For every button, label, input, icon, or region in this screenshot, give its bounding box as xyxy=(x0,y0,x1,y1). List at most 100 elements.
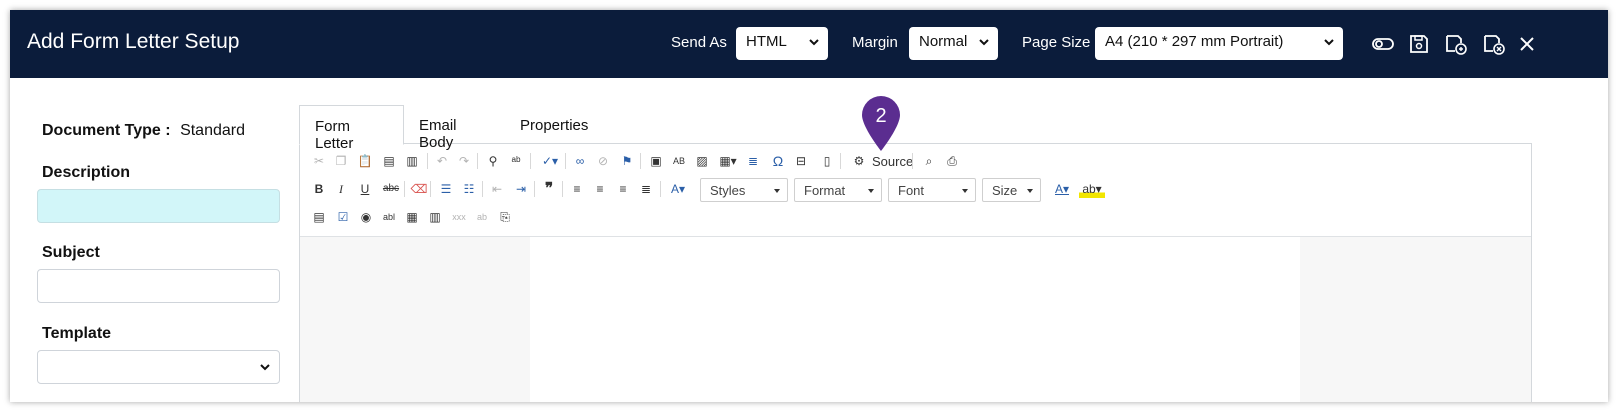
toolbar-separator xyxy=(534,181,535,197)
size-label: Size xyxy=(992,183,1018,198)
font-combo[interactable]: Font xyxy=(888,178,976,202)
margin-label: Margin xyxy=(852,34,898,51)
page-size-select[interactable]: A4 (210 * 297 mm Portrait) xyxy=(1095,27,1343,60)
subject-field[interactable] xyxy=(37,269,280,303)
size-combo[interactable]: Size xyxy=(982,178,1041,202)
button-field-icon[interactable]: ab xyxy=(473,208,491,226)
paste-icon[interactable]: 📋 xyxy=(356,152,374,170)
bold-icon[interactable]: B xyxy=(310,180,328,198)
special-image-icon[interactable]: AB xyxy=(670,152,688,170)
chevron-down-icon xyxy=(809,39,819,46)
undo-icon[interactable]: ↶ xyxy=(433,152,451,170)
select-field-icon[interactable]: ▥ xyxy=(426,208,444,226)
toolbar-separator xyxy=(912,153,913,169)
format-combo[interactable]: Format xyxy=(794,178,882,202)
replace-icon[interactable]: ᵃᵇ xyxy=(507,152,525,170)
description-label: Description xyxy=(42,164,131,181)
source-icon[interactable]: ⚙ xyxy=(850,152,868,170)
step-callout: 2 xyxy=(862,96,900,151)
bulleted-list-icon[interactable]: ☷ xyxy=(460,180,478,198)
margin-select[interactable]: Normal xyxy=(909,27,998,60)
document-type-label: Document Type : xyxy=(42,122,171,139)
subject-label: Subject xyxy=(42,244,100,261)
template-select[interactable] xyxy=(37,350,280,384)
save-copy-icon[interactable] xyxy=(1444,32,1468,56)
tab-properties[interactable]: Properties xyxy=(505,105,607,145)
toolbar-separator xyxy=(565,153,566,169)
cut-icon[interactable]: ✂ xyxy=(310,152,328,170)
unlink-icon[interactable]: ⊘ xyxy=(594,152,612,170)
hidden-field-icon[interactable]: xxx xyxy=(450,208,468,226)
document-type: Document Type : Standard xyxy=(42,122,245,140)
outdent-icon[interactable]: ⇤ xyxy=(488,180,506,198)
editor-section: ✂ ❐ 📋 ▤ ▥ ↶ ↷ ⚲ ᵃᵇ ✓▾ ∞ ⊘ ⚑ ▣ AB ▨ ▦▾ ≣ … xyxy=(299,105,1532,402)
source-button[interactable]: Source xyxy=(872,154,913,169)
italic-icon[interactable]: I xyxy=(332,180,350,198)
save-icon[interactable] xyxy=(1407,32,1431,56)
indent-icon[interactable]: ⇥ xyxy=(512,180,530,198)
blockquote-icon[interactable]: ❞ xyxy=(540,180,558,198)
form-icon[interactable]: ▤ xyxy=(310,208,328,226)
underline-icon[interactable]: U xyxy=(356,180,374,198)
text-color-icon[interactable]: A▾ xyxy=(1050,180,1074,198)
special-char-icon[interactable]: Ω xyxy=(769,152,787,170)
margin-value: Normal xyxy=(919,33,968,50)
page-break-icon[interactable]: ⊟ xyxy=(792,152,810,170)
tab-email-body[interactable]: Email Body xyxy=(404,105,504,151)
toolbar-separator xyxy=(477,153,478,169)
toolbar-separator xyxy=(562,181,563,197)
preview-icon[interactable]: ⌕ xyxy=(920,152,938,170)
line-spacing-icon[interactable]: ≣ xyxy=(744,152,762,170)
print-icon[interactable]: ⎙ xyxy=(943,152,961,170)
toolbar-separator xyxy=(404,181,405,197)
paste-word-icon[interactable]: ▥ xyxy=(403,152,421,170)
toggle-icon[interactable] xyxy=(1371,32,1395,56)
chevron-down-icon xyxy=(260,364,270,371)
font-label: Font xyxy=(898,183,925,198)
header-bar: Add Form Letter Setup Send As HTML Margi… xyxy=(10,10,1608,78)
iframe-icon[interactable]: ▯ xyxy=(818,152,836,170)
align-right-icon[interactable]: ≡ xyxy=(614,180,632,198)
image-icon[interactable]: ▣ xyxy=(647,152,665,170)
picture-icon[interactable]: ▨ xyxy=(693,152,711,170)
checkbox-icon[interactable]: ☑ xyxy=(334,208,352,226)
textfield-icon[interactable]: abl xyxy=(380,208,398,226)
styles-combo[interactable]: Styles xyxy=(700,178,788,202)
save-close-icon[interactable] xyxy=(1482,32,1506,56)
link-icon[interactable]: ∞ xyxy=(571,152,589,170)
editor-page[interactable] xyxy=(530,237,1300,402)
page-size-label: Page Size xyxy=(1022,34,1091,51)
callout-number: 2 xyxy=(875,105,886,127)
anchor-icon[interactable]: ⚑ xyxy=(618,152,636,170)
tab-form-letter[interactable]: Form Letter xyxy=(299,105,404,152)
close-icon[interactable] xyxy=(1515,32,1539,56)
dropdown-arrow-icon xyxy=(774,189,780,193)
copy-icon[interactable]: ❐ xyxy=(332,152,350,170)
spellcheck-icon[interactable]: ✓▾ xyxy=(538,152,562,170)
textarea-icon[interactable]: ▦ xyxy=(403,208,421,226)
toolbar-separator xyxy=(427,153,428,169)
language-icon[interactable]: A▾ xyxy=(666,180,690,198)
strikethrough-icon[interactable]: abc xyxy=(380,180,402,198)
toolbar-separator xyxy=(530,153,531,169)
table-icon[interactable]: ▦▾ xyxy=(716,152,740,170)
redo-icon[interactable]: ↷ xyxy=(455,152,473,170)
left-form-panel: Document Type : Standard Description Sub… xyxy=(10,78,300,402)
justify-icon[interactable]: ≣ xyxy=(637,180,655,198)
toolbar-separator xyxy=(482,181,483,197)
editor-content-area[interactable] xyxy=(300,237,1531,402)
paste-text-icon[interactable]: ▤ xyxy=(380,152,398,170)
description-field[interactable] xyxy=(37,189,280,223)
align-center-icon[interactable]: ≡ xyxy=(591,180,609,198)
image-button-icon[interactable]: ⎘ xyxy=(496,208,514,226)
numbered-list-icon[interactable]: ☰ xyxy=(437,180,455,198)
dropdown-arrow-icon xyxy=(868,189,874,193)
radio-icon[interactable]: ◉ xyxy=(357,208,375,226)
background-color-icon[interactable]: ab▾ xyxy=(1079,180,1105,198)
remove-format-icon[interactable]: ⌫ xyxy=(410,180,428,198)
find-icon[interactable]: ⚲ xyxy=(484,152,502,170)
align-left-icon[interactable]: ≡ xyxy=(568,180,586,198)
send-as-select[interactable]: HTML xyxy=(736,27,828,60)
chevron-down-icon xyxy=(979,39,989,46)
toolbar-separator xyxy=(640,153,641,169)
